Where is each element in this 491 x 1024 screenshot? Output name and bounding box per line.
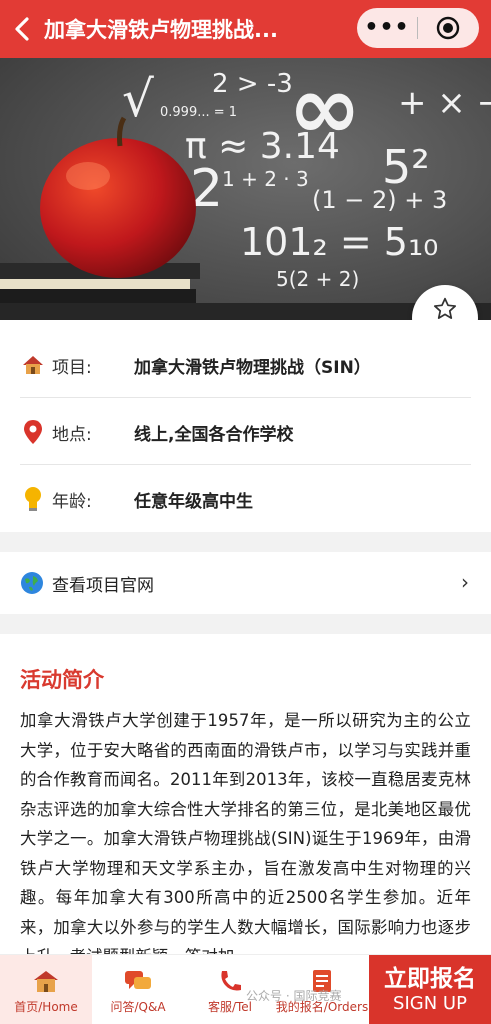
official-website-link[interactable]: 查看项目官网 › (0, 552, 491, 614)
sqrt-symbol: √ (122, 70, 154, 128)
age-row: 年龄: 任意年级高中生 (20, 464, 471, 534)
project-info-card: 项目: 加拿大滑铁卢物理挑战（SIN） 地点: 线上,全国各合作学校 年龄: 任… (0, 320, 491, 532)
website-label: 查看项目官网 (52, 575, 154, 596)
tab-qa[interactable]: 问答/Q&A (92, 955, 184, 1024)
formula-text: 2 > -3 (212, 69, 293, 99)
top-navigation-bar: 加拿大滑铁卢物理挑战... ••• (0, 0, 491, 58)
sign-up-label-cn: 立即报名 (384, 966, 476, 992)
watermark: 公众号 · 国际竞赛 (246, 989, 342, 1003)
age-value: 任意年级高中生 (134, 491, 253, 512)
home-icon (34, 971, 58, 992)
formula-text: (1 − 2) + 3 (312, 186, 447, 214)
bottom-tab-bar: 首页/Home 问答/Q&A 客服/Tel 我的报名/Orders 公众号 · … (0, 954, 491, 1024)
phone-icon (221, 971, 241, 991)
operator-symbols: + × − ÷ (398, 83, 491, 123)
chat-icon (125, 971, 151, 989)
formula-text: 5(2 + 2) (276, 267, 359, 291)
tab-label: 问答/Q&A (110, 1000, 166, 1014)
back-arrow-icon (15, 17, 29, 41)
chevron-right-icon: › (461, 570, 469, 594)
location-pin-icon (20, 419, 46, 445)
location-row: 地点: 线上,全国各合作学校 (20, 397, 471, 467)
target-icon (436, 16, 460, 40)
lightbulb-icon (20, 486, 46, 512)
page-title: 加拿大滑铁卢物理挑战... (44, 18, 278, 42)
formula-text: 1 + 2 · 3 (222, 167, 309, 191)
activity-intro-section: 活动简介 加拿大滑铁卢大学创建于1957年，是一所以研究为主的公立大学，位于安大… (0, 634, 491, 954)
globe-icon (20, 571, 44, 595)
project-row: 项目: 加拿大滑铁卢物理挑战（SIN） (20, 330, 471, 400)
location-value: 线上,全国各合作学校 (134, 424, 294, 445)
intro-heading: 活动简介 (20, 668, 104, 692)
formula-text: 101₂ = 5₁₀ (240, 220, 438, 264)
project-key: 项目: (52, 357, 92, 378)
back-button[interactable] (0, 0, 44, 58)
tab-label: 首页/Home (14, 1000, 78, 1014)
house-icon (20, 352, 46, 378)
location-key: 地点: (52, 424, 92, 445)
more-menu-button[interactable]: ••• (357, 8, 417, 48)
tab-home[interactable]: 首页/Home (0, 955, 92, 1024)
age-key: 年龄: (52, 491, 92, 512)
intro-body: 加拿大滑铁卢大学创建于1957年，是一所以研究为主的公立大学，位于安大略省的西南… (20, 711, 471, 954)
formula-text: 0.999... = 1 (160, 105, 237, 120)
banner-image: √ 0.999... = 1 2 > -3 ∞ π ≈ 3.14 5² 2 1 … (0, 58, 491, 320)
sign-up-button[interactable]: 立即报名 SIGN UP (369, 955, 491, 1024)
mini-program-capsule: ••• (357, 8, 479, 48)
close-mini-program-button[interactable] (418, 16, 478, 40)
project-value: 加拿大滑铁卢物理挑战（SIN） (134, 357, 371, 378)
sign-up-label-en: SIGN UP (393, 993, 467, 1014)
chalkboard-apple-illustration: √ 0.999... = 1 2 > -3 ∞ π ≈ 3.14 5² 2 1 … (0, 58, 491, 320)
star-icon (433, 297, 457, 319)
